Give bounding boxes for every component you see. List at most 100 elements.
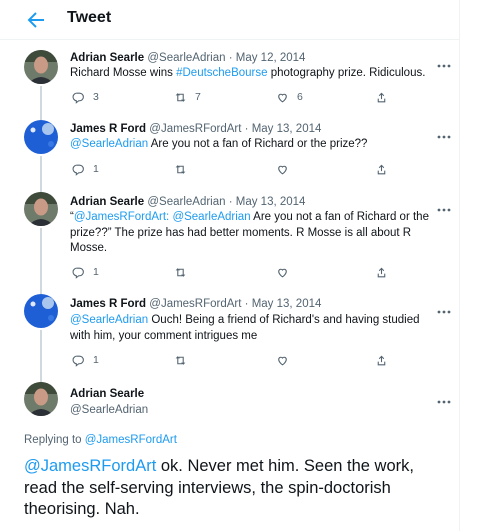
tweet[interactable]: Adrian Searle @SearleAdrian · May 13, 20… bbox=[0, 186, 460, 288]
more-icon[interactable] bbox=[437, 301, 451, 314]
reply-button[interactable]: 1 bbox=[72, 264, 99, 280]
share-button[interactable] bbox=[375, 161, 388, 177]
main-tweet-name: Adrian Searle bbox=[70, 387, 144, 401]
timestamp[interactable]: May 13, 2014 bbox=[236, 196, 306, 208]
display-name[interactable]: Adrian Searle bbox=[70, 388, 144, 400]
mention-link[interactable]: @SearleAdrian bbox=[70, 314, 148, 326]
replying-label: Replying to bbox=[24, 434, 85, 446]
more-icon[interactable] bbox=[437, 126, 451, 139]
display-name[interactable]: James R Ford bbox=[70, 298, 146, 310]
reply-button[interactable]: 1 bbox=[72, 161, 99, 177]
tweet[interactable]: James R Ford @JamesRFordArt · May 13, 20… bbox=[0, 114, 460, 186]
thread-line bbox=[40, 330, 42, 376]
more-icon[interactable] bbox=[437, 55, 451, 68]
mention-link[interactable]: @SearleAdrian bbox=[70, 138, 148, 150]
like-button[interactable]: 6 bbox=[276, 89, 303, 105]
reply-button[interactable]: 3 bbox=[72, 89, 99, 105]
avatar[interactable] bbox=[24, 50, 58, 84]
display-name[interactable]: James R Ford bbox=[70, 123, 146, 135]
tweet-text-part: Richard Mosse wins bbox=[70, 67, 177, 79]
header: Tweet bbox=[0, 0, 460, 40]
tweet-header: Adrian Searle @SearleAdrian · May 12, 20… bbox=[70, 51, 305, 65]
reply-icon bbox=[72, 355, 84, 367]
thread-line bbox=[40, 156, 42, 186]
arrow-left-icon[interactable] bbox=[24, 8, 48, 32]
timestamp[interactable]: May 12, 2014 bbox=[236, 52, 306, 64]
share-icon bbox=[377, 355, 386, 365]
separator: · bbox=[241, 298, 252, 310]
tweet-text: “@JamesRFordArt: @SearleAdrian Are you n… bbox=[70, 210, 440, 257]
share-icon bbox=[377, 164, 386, 174]
avatar[interactable] bbox=[24, 382, 58, 416]
like-button[interactable] bbox=[276, 352, 289, 368]
page-title: Tweet bbox=[67, 9, 112, 26]
reply-count: 1 bbox=[93, 266, 99, 278]
share-button[interactable] bbox=[375, 352, 388, 368]
heart-icon bbox=[278, 268, 287, 277]
thread-line bbox=[40, 228, 42, 288]
main-tweet-handle[interactable]: @SearleAdrian bbox=[70, 403, 148, 417]
reply-count: 3 bbox=[93, 91, 99, 103]
share-icon bbox=[377, 92, 386, 102]
retweet-icon bbox=[175, 92, 186, 102]
handle[interactable]: @SearleAdrian bbox=[147, 52, 225, 64]
more-icon[interactable] bbox=[437, 391, 451, 404]
separator: · bbox=[225, 52, 236, 64]
tweet-header: Adrian Searle @SearleAdrian · May 13, 20… bbox=[70, 195, 305, 209]
display-name[interactable]: Adrian Searle bbox=[70, 52, 144, 64]
handle[interactable]: @JamesRFordArt bbox=[149, 298, 241, 310]
heart-icon bbox=[278, 165, 287, 174]
share-button[interactable] bbox=[375, 264, 388, 280]
replying-to-link[interactable]: @JamesRFordArt bbox=[85, 434, 177, 446]
tweet-text: @SearleAdrian Ouch! Being a friend of Ri… bbox=[70, 313, 440, 344]
retweet-button[interactable] bbox=[174, 264, 187, 280]
retweet-button[interactable] bbox=[174, 161, 187, 177]
share-button[interactable] bbox=[375, 89, 388, 105]
action-bar: 1 bbox=[70, 352, 400, 368]
mention-link[interactable]: @JamesRFordArt bbox=[24, 457, 156, 475]
thread-line bbox=[40, 86, 42, 114]
share-icon bbox=[377, 267, 386, 277]
separator: · bbox=[225, 196, 236, 208]
reply-icon bbox=[72, 92, 84, 104]
retweet-icon bbox=[175, 267, 186, 277]
heart-icon bbox=[278, 93, 287, 102]
tweet-text: @SearleAdrian Are you not a fan of Richa… bbox=[70, 137, 440, 153]
tweet-text: Richard Mosse wins #DeutscheBourse photo… bbox=[70, 66, 440, 82]
handle[interactable]: @SearleAdrian bbox=[147, 196, 225, 208]
timestamp[interactable]: May 13, 2014 bbox=[252, 298, 322, 310]
like-count: 6 bbox=[297, 91, 303, 103]
mention-link[interactable]: @SearleAdrian bbox=[172, 211, 250, 223]
display-name[interactable]: Adrian Searle bbox=[70, 196, 144, 208]
timestamp[interactable]: May 13, 2014 bbox=[252, 123, 322, 135]
like-button[interactable] bbox=[276, 264, 289, 280]
tweet-header: James R Ford @JamesRFordArt · May 13, 20… bbox=[70, 297, 321, 311]
mention-link[interactable]: @JamesRFordArt bbox=[74, 211, 166, 223]
reply-icon bbox=[72, 164, 84, 176]
avatar[interactable] bbox=[24, 120, 58, 154]
retweet-button[interactable]: 7 bbox=[174, 89, 201, 105]
more-icon[interactable] bbox=[437, 199, 451, 212]
action-bar: 1 bbox=[70, 161, 400, 177]
tweet-text-part: Are you not a fan of Richard or the priz… bbox=[148, 138, 368, 150]
retweet-button[interactable] bbox=[174, 352, 187, 368]
separator: · bbox=[241, 123, 252, 135]
tweet[interactable]: Adrian Searle @SearleAdrian · May 12, 20… bbox=[0, 40, 460, 114]
handle[interactable]: @JamesRFordArt bbox=[149, 123, 241, 135]
tweet-text-part: photography prize. Ridiculous. bbox=[267, 67, 426, 79]
retweet-icon bbox=[175, 164, 186, 174]
main-tweet-text: @JamesRFordArt ok. Never met him. Seen t… bbox=[24, 456, 444, 521]
avatar[interactable] bbox=[24, 294, 58, 328]
action-bar: 3 7 6 bbox=[70, 89, 400, 105]
retweet-icon bbox=[175, 355, 186, 365]
heart-icon bbox=[278, 356, 287, 365]
hashtag-link[interactable]: #DeutscheBourse bbox=[176, 67, 267, 79]
tweet[interactable]: James R Ford @JamesRFordArt · May 13, 20… bbox=[0, 288, 460, 376]
like-button[interactable] bbox=[276, 161, 289, 177]
action-bar: 1 bbox=[70, 264, 400, 280]
reply-count: 1 bbox=[93, 163, 99, 175]
avatar[interactable] bbox=[24, 192, 58, 226]
reply-icon bbox=[72, 267, 84, 279]
replying-to: Replying to @JamesRFordArt bbox=[24, 434, 177, 446]
reply-button[interactable]: 1 bbox=[72, 352, 99, 368]
